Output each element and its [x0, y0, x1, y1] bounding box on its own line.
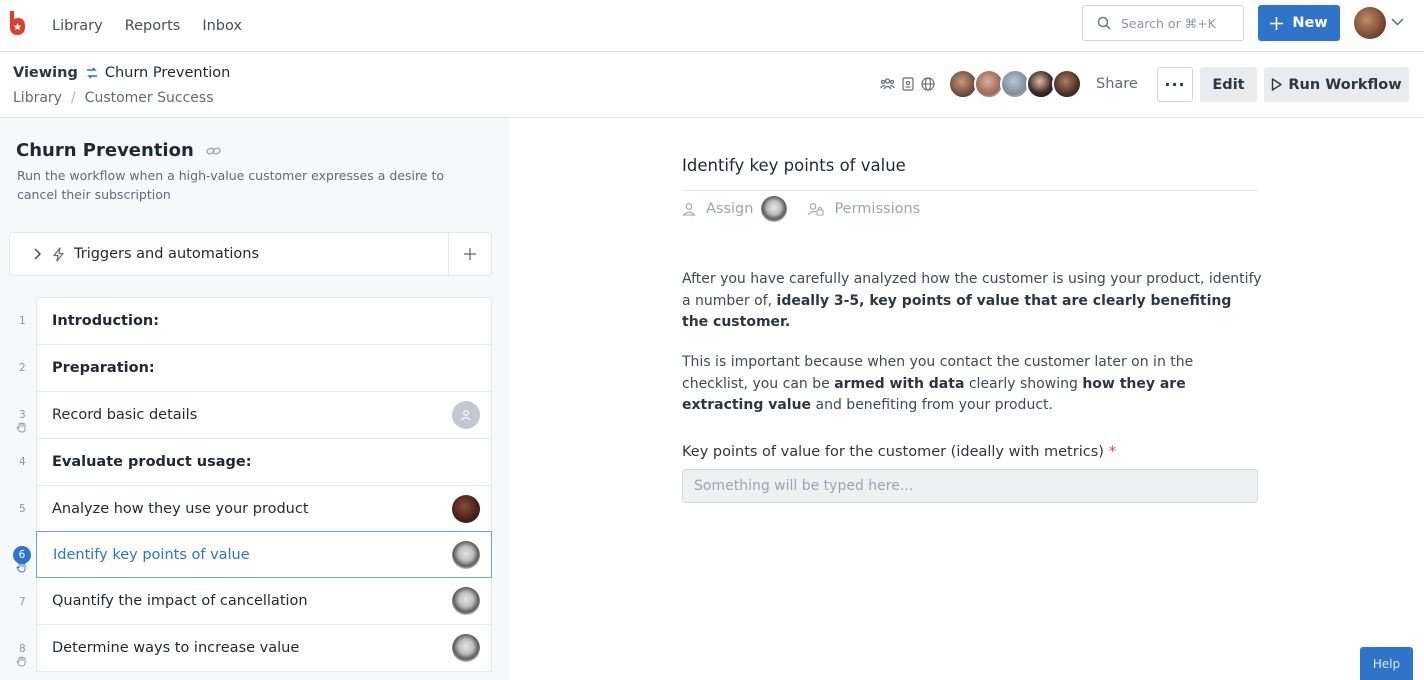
- avatar[interactable]: [1052, 69, 1082, 99]
- main-nav: Library Reports Inbox: [52, 0, 264, 52]
- task-label: Analyze how they use your product: [52, 500, 309, 517]
- run-workflow-label: Run Workflow: [1288, 76, 1402, 93]
- viewing-title: Viewing Churn Prevention: [13, 65, 230, 81]
- task-number-active: 6: [0, 531, 36, 578]
- task-item-evaluate-product-usage[interactable]: Evaluate product usage:: [37, 439, 491, 486]
- hand-icon: [16, 563, 26, 573]
- task-number: 4: [19, 455, 26, 468]
- triggers-label: Triggers and automations: [74, 246, 260, 262]
- task-label: Introduction:: [52, 312, 160, 329]
- workflow-name: Churn Prevention: [104, 65, 231, 81]
- task-label: Determine ways to increase value: [52, 640, 300, 657]
- task-label: Preparation:: [52, 359, 155, 376]
- triggers-panel[interactable]: Triggers and automations: [9, 232, 492, 276]
- assignee-avatar[interactable]: [452, 494, 480, 523]
- task-meta: Assign Permissions: [682, 196, 920, 222]
- required-mark: *: [1108, 444, 1117, 460]
- breadcrumb-library[interactable]: Library: [13, 90, 62, 106]
- hand-icon: [16, 422, 26, 433]
- user-avatar[interactable]: [1354, 7, 1386, 39]
- play-icon: [1272, 78, 1283, 91]
- user-icon: [461, 409, 471, 421]
- task-item-increase-value[interactable]: Determine ways to increase value: [37, 625, 491, 673]
- task-description-2: This is important because when you conta…: [682, 354, 1194, 414]
- nav-inbox[interactable]: Inbox: [202, 18, 242, 34]
- new-button-label: New: [1292, 15, 1328, 31]
- permissions-icon: [808, 203, 825, 216]
- workflow-title-text: Churn Prevention: [16, 140, 194, 161]
- breadcrumb-separator: /: [70, 90, 76, 106]
- task-number: 3: [0, 391, 36, 438]
- task-label: Identify key points of value: [53, 546, 250, 563]
- task-list: Introduction: Preparation: Record basic …: [36, 297, 492, 673]
- lightning-icon: [53, 246, 64, 262]
- task-item-introduction[interactable]: Introduction:: [37, 298, 491, 345]
- workflow-sidebar: Churn Prevention Run the workflow when a…: [0, 118, 509, 680]
- user-icon: [682, 203, 696, 216]
- nav-reports[interactable]: Reports: [125, 18, 181, 34]
- visibility-icons: [880, 77, 935, 91]
- share-link[interactable]: Share: [1096, 76, 1138, 92]
- task-item-identify-key-points[interactable]: Identify key points of value: [36, 531, 492, 579]
- globe-icon[interactable]: [921, 77, 935, 91]
- task-number: 8: [0, 625, 36, 672]
- unassigned-avatar[interactable]: [452, 400, 480, 429]
- task-title[interactable]: Identify key points of value: [682, 156, 906, 175]
- task-item-quantify-impact[interactable]: Quantify the impact of cancellation: [37, 578, 491, 626]
- assignee-avatar[interactable]: [452, 634, 480, 663]
- assign-button[interactable]: Assign: [706, 201, 753, 217]
- divider: [682, 190, 1258, 191]
- task-number: 5: [19, 502, 26, 515]
- task-item-analyze-usage[interactable]: Analyze how they use your product: [37, 486, 491, 533]
- assignee-avatar[interactable]: [452, 587, 480, 616]
- more-options-button[interactable]: ···: [1157, 67, 1193, 102]
- task-item-preparation[interactable]: Preparation:: [37, 345, 491, 392]
- assignee-avatar[interactable]: [761, 196, 788, 222]
- workflow-description: Run the workflow when a high-value custo…: [17, 168, 445, 202]
- new-button[interactable]: New: [1258, 5, 1340, 41]
- plus-icon: [464, 248, 476, 260]
- permissions-button[interactable]: Permissions: [834, 201, 920, 217]
- task-description-1: After you have carefully analyzed how th…: [682, 271, 1262, 331]
- task-number: 7: [19, 596, 26, 609]
- field-label: Key points of value for the customer (id…: [682, 444, 1117, 460]
- task-item-record-basic-details[interactable]: Record basic details: [37, 392, 491, 439]
- team-icon[interactable]: [880, 77, 895, 91]
- task-number: 2: [19, 361, 26, 374]
- task-number: 1: [19, 315, 26, 327]
- workflow-header: Viewing Churn Prevention Library / Custome…: [0, 52, 1424, 118]
- task-label: Record basic details: [52, 406, 198, 423]
- task-numbers: 1 2 3 4 5 6 7 8: [0, 297, 36, 672]
- key-points-input[interactable]: [682, 469, 1258, 503]
- assignee-avatar[interactable]: [452, 541, 480, 570]
- viewing-label: Viewing: [13, 65, 78, 81]
- chevron-down-icon[interactable]: [1391, 18, 1404, 26]
- help-button[interactable]: Help: [1360, 647, 1413, 680]
- search-placeholder: Search or ⌘+K: [1121, 15, 1216, 31]
- nav-library[interactable]: Library: [52, 18, 103, 34]
- link-icon[interactable]: [206, 146, 221, 156]
- add-trigger-button[interactable]: [448, 233, 491, 275]
- task-label: Evaluate product usage:: [52, 453, 252, 470]
- workflow-icon: [86, 67, 97, 79]
- task-label: Quantify the impact of cancellation: [52, 593, 308, 610]
- search-icon: [1097, 16, 1111, 30]
- top-bar: Library Reports Inbox Search or ⌘+K New: [0, 0, 1424, 52]
- badge-icon[interactable]: [902, 77, 914, 91]
- hand-icon: [16, 656, 26, 667]
- search-box[interactable]: Search or ⌘+K: [1082, 5, 1244, 41]
- plus-icon: [1270, 16, 1284, 30]
- breadcrumb: Library / Customer Success: [13, 90, 213, 106]
- workflow-title: Churn Prevention: [16, 140, 221, 161]
- edit-button[interactable]: Edit: [1200, 67, 1257, 102]
- breadcrumb-customer-success[interactable]: Customer Success: [85, 90, 214, 106]
- run-workflow-button[interactable]: Run Workflow: [1264, 67, 1409, 102]
- chevron-right-icon[interactable]: [34, 248, 41, 260]
- app-logo-icon[interactable]: [8, 11, 26, 35]
